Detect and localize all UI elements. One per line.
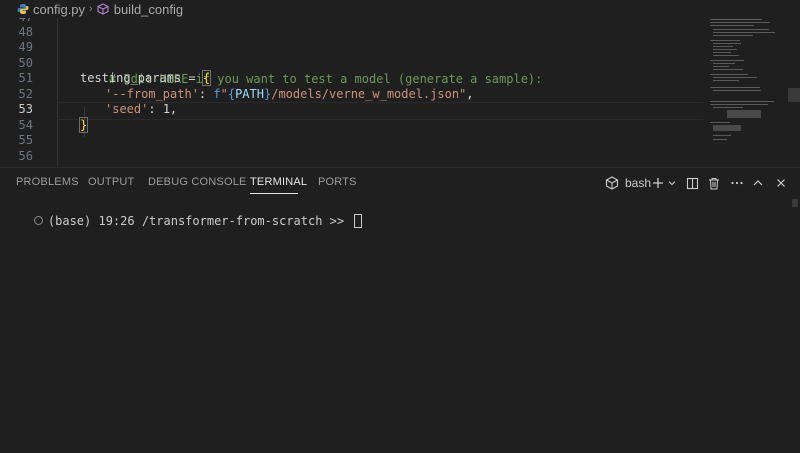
new-terminal-button[interactable] [651,175,665,191]
variable-name: testing_params [80,71,182,85]
python-file-icon [17,4,29,14]
active-tab-indicator [250,193,298,194]
tab-problems[interactable]: PROBLEMS [16,176,79,188]
trash-icon [709,177,719,189]
dict-key: '--from_path' [105,87,199,101]
line-number: 50 [18,56,33,70]
code-line-52[interactable]: '--from_path': f"{PATH}/models/verne_w_m… [105,87,474,103]
line-number: 49 [18,40,33,54]
code-editor[interactable]: 47 48 49 50 51 52 53 54 55 56 # Edit HER… [0,18,800,167]
maximize-panel-button[interactable] [752,175,764,191]
terminal-icon [605,176,619,190]
plus-icon [653,178,663,188]
comma: , [466,87,474,101]
dict-key: 'seed' [105,102,149,116]
split-terminal-button[interactable] [686,175,699,191]
launch-profile-button[interactable] [667,175,677,191]
breadcrumb: config.py › build_config [0,0,800,18]
line-number-active: 53 [18,102,33,116]
close-icon [777,179,785,187]
line-number: 56 [18,149,33,163]
terminal-prompt: (base) 19:26 /transformer-from-scratch >… [47,214,352,228]
more-icon [731,181,743,185]
colon: : [148,102,163,116]
more-actions-button[interactable] [730,175,744,191]
chevron-down-icon [668,181,676,186]
minimap[interactable] [707,18,787,167]
breadcrumb-file[interactable]: config.py [33,2,85,17]
tab-ports[interactable]: PORTS [318,176,357,188]
chevron-right-icon: › [89,3,93,15]
split-icon [686,177,699,189]
close-panel-button[interactable] [775,175,787,191]
text-cursor: 1 [162,102,171,116]
line-number: 54 [18,118,33,132]
terminal-cursor [354,213,363,228]
tab-terminal[interactable]: TERMINAL [250,176,307,188]
assign-op: = [181,71,203,85]
kill-terminal-button[interactable] [708,175,720,191]
terminal-selector[interactable]: bash [605,175,651,191]
command-status-icon [33,216,43,225]
panel-tabs: PROBLEMS OUTPUT DEBUG CONSOLE TERMINAL P… [0,168,800,196]
tab-output[interactable]: OUTPUT [88,176,134,188]
tab-debug-console[interactable]: DEBUG CONSOLE [148,176,247,188]
string-quote: " [220,87,228,101]
close-brace: } [78,117,89,133]
method-icon [97,3,109,15]
gutter-divider [57,18,58,167]
line-number: 51 [18,71,33,85]
code-line-53[interactable]: 'seed': 1, [105,102,177,118]
code-line-54[interactable]: } [78,117,89,134]
terminal-output[interactable]: (base) 19:26 /transformer-from-scratch >… [5,200,363,243]
fstring-brace: { [227,87,236,101]
line-number: 52 [18,87,33,101]
line-number: 48 [18,25,33,39]
fstring-prefix: f [213,87,221,101]
comma: , [169,102,178,116]
fstring-var: PATH [235,87,264,101]
line-gutter: 47 48 49 50 51 52 53 54 55 56 [0,18,50,167]
colon: : [198,87,214,101]
terminal-name: bash [625,176,652,190]
terminal-scrollbar[interactable] [792,199,798,207]
code-line-51[interactable]: testing_params = { [80,70,212,87]
bottom-panel: PROBLEMS OUTPUT DEBUG CONSOLE TERMINAL P… [0,167,800,453]
open-brace: { [201,70,212,86]
chevron-up-icon [753,180,763,186]
breadcrumb-symbol[interactable]: build_config [114,2,183,17]
line-number: 55 [18,133,33,147]
string-text: /models/verne_w_model.json" [271,87,467,101]
editor-scrollbar[interactable] [788,88,800,102]
